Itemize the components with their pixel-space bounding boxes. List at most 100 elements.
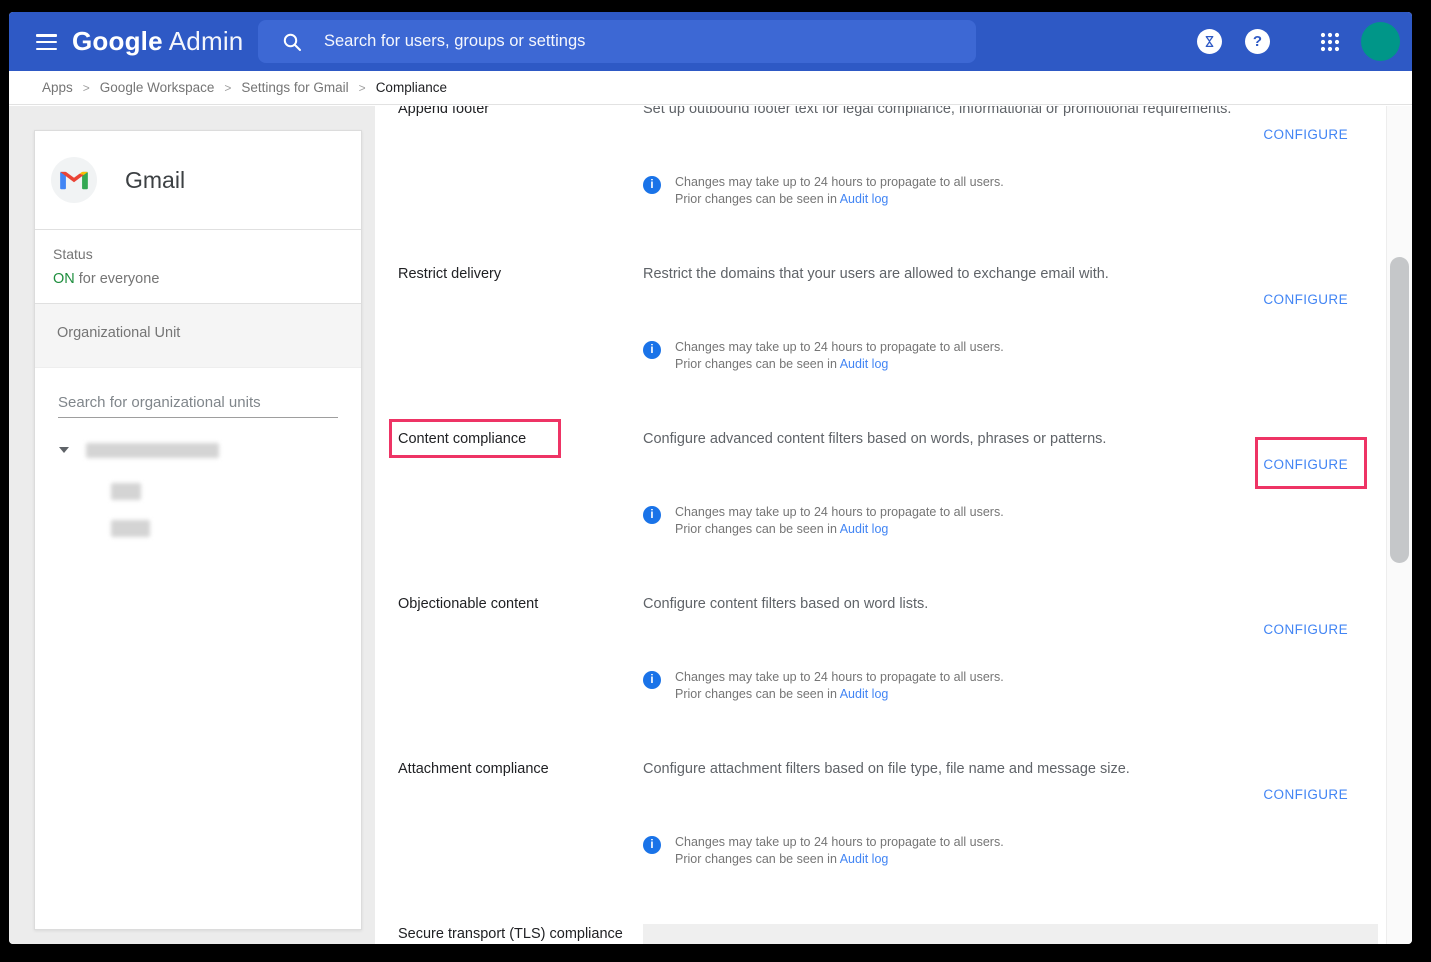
org-unit-root-item[interactable] bbox=[35, 436, 361, 464]
audit-log-link[interactable]: Audit log bbox=[840, 852, 889, 866]
app-bar: Google Admin ? bbox=[9, 12, 1412, 71]
global-search[interactable] bbox=[258, 20, 976, 63]
chevron-expand-icon[interactable] bbox=[59, 447, 69, 453]
info-line-2-text: Prior changes can be seen in bbox=[675, 357, 840, 371]
info-line-2-text: Prior changes can be seen in bbox=[675, 192, 840, 206]
breadcrumb-settings-for-gmail[interactable]: Settings for Gmail bbox=[241, 80, 348, 95]
redacted-org-name bbox=[111, 520, 150, 537]
propagation-info: i Changes may take up to 24 hours to pro… bbox=[643, 834, 1004, 868]
setting-row-content-compliance: Content compliance Configure advanced co… bbox=[375, 430, 1386, 595]
breadcrumb-current-compliance: Compliance bbox=[376, 80, 447, 95]
info-text: Changes may take up to 24 hours to propa… bbox=[675, 504, 1004, 538]
setting-description: Configure advanced content filters based… bbox=[643, 430, 1256, 449]
info-line-2-text: Prior changes can be seen in bbox=[675, 852, 840, 866]
status-label: Status bbox=[53, 246, 343, 262]
audit-log-link[interactable]: Audit log bbox=[840, 192, 889, 206]
setting-label: Secure transport (TLS) compliance bbox=[398, 925, 623, 943]
info-line-1: Changes may take up to 24 hours to propa… bbox=[675, 504, 1004, 521]
setting-row-secure-transport-tls: Secure transport (TLS) compliance bbox=[375, 925, 1386, 944]
info-line-2: Prior changes can be seen in Audit log bbox=[675, 851, 1004, 868]
setting-row-objectionable-content: Objectionable content Configure content … bbox=[375, 595, 1386, 760]
help-icon[interactable]: ? bbox=[1245, 29, 1270, 54]
service-title: Gmail bbox=[125, 167, 185, 194]
breadcrumb: Apps > Google Workspace > Settings for G… bbox=[9, 71, 1412, 105]
setting-label: Attachment compliance bbox=[398, 760, 623, 778]
breadcrumb-separator: > bbox=[224, 81, 231, 95]
setting-row-attachment-compliance: Attachment compliance Configure attachme… bbox=[375, 760, 1386, 925]
hourglass-glyph bbox=[1203, 34, 1216, 49]
configure-button[interactable]: CONFIGURE bbox=[1263, 292, 1348, 307]
info-line-2: Prior changes can be seen in Audit log bbox=[675, 191, 1004, 208]
propagation-info: i Changes may take up to 24 hours to pro… bbox=[643, 669, 1004, 703]
audit-log-link[interactable]: Audit log bbox=[840, 687, 889, 701]
brand-admin: Admin bbox=[169, 26, 244, 56]
info-icon: i bbox=[643, 671, 661, 689]
info-icon: i bbox=[643, 836, 661, 854]
info-text: Changes may take up to 24 hours to propa… bbox=[675, 339, 1004, 373]
org-unit-child-item[interactable] bbox=[111, 520, 361, 537]
setting-description: Configure content filters based on word … bbox=[643, 595, 1256, 614]
info-text: Changes may take up to 24 hours to propa… bbox=[675, 669, 1004, 703]
setting-label: Append footer bbox=[398, 106, 623, 118]
setting-row-restrict-delivery: Restrict delivery Restrict the domains t… bbox=[375, 265, 1386, 430]
info-line-1: Changes may take up to 24 hours to propa… bbox=[675, 174, 1004, 191]
setting-row-append-footer: Append footer Set up outbound footer tex… bbox=[375, 106, 1386, 265]
setting-description: Configure attachment filters based on fi… bbox=[643, 760, 1256, 779]
status-block: Status ON for everyone bbox=[35, 230, 361, 304]
audit-log-link[interactable]: Audit log bbox=[840, 357, 889, 371]
admin-console-window: Google Admin ? Apps > Goo bbox=[9, 12, 1412, 944]
configure-button[interactable]: CONFIGURE bbox=[1263, 787, 1348, 802]
org-unit-tree bbox=[35, 436, 361, 537]
info-line-1: Changes may take up to 24 hours to propa… bbox=[675, 834, 1004, 851]
configure-button[interactable]: CONFIGURE bbox=[1263, 127, 1348, 142]
info-text: Changes may take up to 24 hours to propa… bbox=[675, 834, 1004, 868]
redacted-org-name bbox=[86, 443, 219, 458]
scrollbar-track[interactable] bbox=[1386, 106, 1412, 944]
redacted-org-name bbox=[111, 483, 141, 500]
audit-log-link[interactable]: Audit log bbox=[840, 522, 889, 536]
account-avatar[interactable] bbox=[1361, 22, 1400, 61]
propagation-info: i Changes may take up to 24 hours to pro… bbox=[643, 339, 1004, 373]
brand-google: Google bbox=[72, 26, 163, 56]
scrollbar-thumb[interactable] bbox=[1390, 257, 1409, 563]
configure-button[interactable]: CONFIGURE bbox=[1263, 457, 1348, 472]
pending-tasks-hourglass-icon[interactable] bbox=[1197, 29, 1222, 54]
global-search-input[interactable] bbox=[324, 32, 976, 51]
info-icon: i bbox=[643, 506, 661, 524]
org-unit-search-input[interactable] bbox=[58, 394, 338, 418]
info-line-2: Prior changes can be seen in Audit log bbox=[675, 686, 1004, 703]
info-line-2: Prior changes can be seen in Audit log bbox=[675, 356, 1004, 373]
gmail-m-icon bbox=[59, 168, 89, 192]
gmail-logo bbox=[51, 157, 97, 203]
breadcrumb-google-workspace[interactable]: Google Workspace bbox=[100, 80, 215, 95]
configure-button[interactable]: CONFIGURE bbox=[1263, 622, 1348, 637]
info-line-2-text: Prior changes can be seen in bbox=[675, 522, 840, 536]
sidebar-region: Gmail Status ON for everyone Organizatio… bbox=[9, 106, 375, 944]
info-line-1: Changes may take up to 24 hours to propa… bbox=[675, 339, 1004, 356]
info-line-2-text: Prior changes can be seen in bbox=[675, 687, 840, 701]
setting-description: Restrict the domains that your users are… bbox=[643, 265, 1256, 284]
apps-grid-icon[interactable] bbox=[1319, 31, 1341, 53]
breadcrumb-apps[interactable]: Apps bbox=[42, 80, 73, 95]
breadcrumb-separator: > bbox=[83, 81, 90, 95]
setting-label: Restrict delivery bbox=[398, 265, 623, 283]
info-icon: i bbox=[643, 341, 661, 359]
propagation-info: i Changes may take up to 24 hours to pro… bbox=[643, 174, 1004, 208]
breadcrumb-separator: > bbox=[359, 81, 366, 95]
info-line-1: Changes may take up to 24 hours to propa… bbox=[675, 669, 1004, 686]
menu-icon[interactable] bbox=[36, 34, 57, 50]
info-line-2: Prior changes can be seen in Audit log bbox=[675, 521, 1004, 538]
setting-row-hover-placeholder bbox=[643, 924, 1378, 944]
settings-list: Append footer Set up outbound footer tex… bbox=[375, 106, 1386, 944]
status-scope: for everyone bbox=[75, 271, 160, 287]
info-icon: i bbox=[643, 176, 661, 194]
gmail-card-header: Gmail bbox=[35, 131, 361, 230]
setting-label: Content compliance bbox=[398, 430, 623, 448]
info-text: Changes may take up to 24 hours to propa… bbox=[675, 174, 1004, 208]
setting-label: Objectionable content bbox=[398, 595, 623, 613]
setting-description: Set up outbound footer text for legal co… bbox=[643, 106, 1256, 119]
propagation-info: i Changes may take up to 24 hours to pro… bbox=[643, 504, 1004, 538]
gmail-service-card: Gmail Status ON for everyone Organizatio… bbox=[34, 130, 362, 930]
search-icon bbox=[282, 32, 302, 52]
org-unit-child-item[interactable] bbox=[111, 483, 361, 500]
